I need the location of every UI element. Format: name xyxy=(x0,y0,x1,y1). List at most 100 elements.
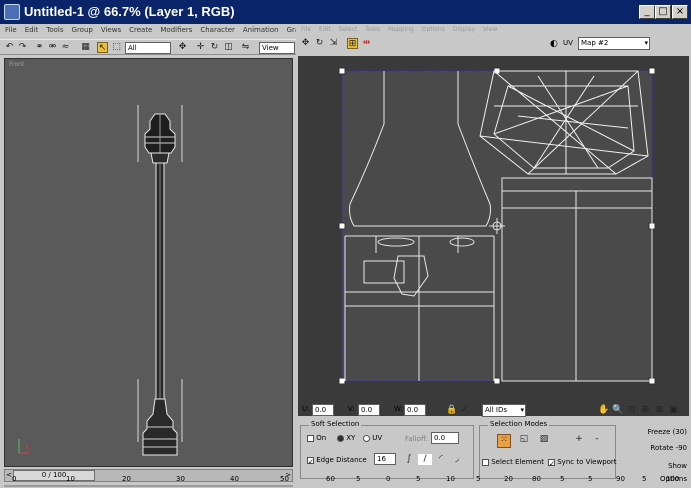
menu-create[interactable]: Create xyxy=(124,24,155,34)
bind-space-warp-icon[interactable]: ≈ xyxy=(60,42,71,53)
lock-icon[interactable]: 🔒 xyxy=(446,405,457,416)
window-title: Untitled-1 @ 66.7% (Layer 1, RGB) xyxy=(24,4,235,19)
mirror-icon[interactable]: ⇋ xyxy=(240,42,251,53)
ids-dropdown[interactable]: All IDs ▾ xyxy=(482,404,526,417)
menu-character[interactable]: Character xyxy=(195,24,238,34)
rotate-button[interactable]: Rotate -90 xyxy=(641,442,689,456)
options-icon[interactable]: ▣ xyxy=(668,405,679,416)
edge-distance-checkbox[interactable]: ✓ xyxy=(307,456,314,466)
face-mode-icon[interactable]: ▨ xyxy=(537,434,551,448)
zoom-region-icon[interactable]: ⊡ xyxy=(626,405,637,416)
rotate-icon[interactable]: ↻ xyxy=(209,42,220,53)
edge-distance[interactable]: ✓ Edge Distance xyxy=(307,456,367,466)
u-spinner[interactable]: 0.0 xyxy=(312,404,334,416)
link-icon[interactable]: ⚭ xyxy=(34,42,45,53)
scale-icon[interactable]: ◫ xyxy=(223,42,234,53)
zoom-extents-icon[interactable]: ⊞ xyxy=(640,405,651,416)
xy-radio-group[interactable]: XY xyxy=(337,434,355,442)
uv-map-label: UV xyxy=(563,39,573,47)
uv-menu-edit[interactable]: Edit xyxy=(314,26,334,33)
uv-menu-tools[interactable]: Tools xyxy=(360,26,383,33)
tick-label: 40 xyxy=(230,475,239,483)
close-button[interactable]: × xyxy=(672,5,688,19)
w-spinner[interactable]: 0.0 xyxy=(404,404,426,416)
map-dropdown[interactable]: Map #2 ▾ xyxy=(578,37,650,50)
menu-edit[interactable]: Edit xyxy=(20,24,42,34)
lamp-post-wireframe xyxy=(137,105,183,456)
freeze-button[interactable]: Freeze (30) xyxy=(641,426,689,440)
redo-icon[interactable]: ↷ xyxy=(17,42,28,53)
edge-mode-icon[interactable]: ◱ xyxy=(517,434,531,448)
menu-graph-editors[interactable]: Graph E xyxy=(282,24,296,34)
shrink-selection-button[interactable]: - xyxy=(590,434,604,448)
falloff-curve-fast-icon[interactable]: ◞ xyxy=(450,454,464,465)
move-icon[interactable]: ✥ xyxy=(177,42,188,53)
axis-tripod: X xyxy=(15,435,29,454)
selection-modes-group: Selection Modes ⁙ ◱ ▨ + - Select Element… xyxy=(479,420,617,479)
edge-distance-spinner[interactable]: 16 xyxy=(374,453,396,465)
selection-set-dropdown[interactable]: All xyxy=(125,42,171,54)
uv-scale-icon[interactable]: ⇲ xyxy=(328,38,339,49)
falloff-curve-slow-icon[interactable]: ◜ xyxy=(434,454,448,465)
menu-file[interactable]: File xyxy=(0,24,20,34)
ruler-label: 90 xyxy=(616,475,625,483)
zoom-icon[interactable]: 🔍 xyxy=(612,405,623,416)
uv-menu-display[interactable]: Display xyxy=(448,26,478,33)
front-viewport[interactable]: Front X xyxy=(4,58,293,467)
tick-label: 10 xyxy=(66,475,75,483)
menu-animation[interactable]: Animation xyxy=(238,24,282,34)
select-object-icon[interactable]: ↖ xyxy=(97,42,108,53)
pan-icon[interactable]: ✋ xyxy=(598,405,609,416)
ruler-label: 5 xyxy=(356,475,361,483)
xy-radio[interactable] xyxy=(337,434,344,442)
uv-wireframe xyxy=(298,56,689,416)
maximize-button[interactable]: □ xyxy=(655,5,671,19)
grow-selection-button[interactable]: + xyxy=(572,434,586,448)
uv-rotate-icon[interactable]: ↻ xyxy=(314,38,325,49)
menu-views[interactable]: Views xyxy=(96,24,124,34)
checkmark-icon[interactable]: ✓ xyxy=(459,405,470,416)
show-options-button[interactable]: Show Options xyxy=(641,460,689,483)
sync-to-viewport-checkbox[interactable]: ✓ xyxy=(548,458,555,468)
uv-map-icon: ◐ xyxy=(550,39,558,49)
uv-menu-mapping[interactable]: Mapping xyxy=(383,26,417,33)
zoom-selected-icon[interactable]: ⊠ xyxy=(654,405,665,416)
uv-label: UV xyxy=(372,434,383,442)
uv-menu-file[interactable]: File xyxy=(296,26,314,33)
undo-icon[interactable]: ↶ xyxy=(4,42,15,53)
uv-radio-group[interactable]: UV xyxy=(363,434,382,442)
edge-distance-label: Edge Distance xyxy=(316,456,367,464)
soft-selection-on-label: On xyxy=(316,434,327,442)
select-filter-icon[interactable]: ▦ xyxy=(80,42,91,53)
uv-menu-view[interactable]: View xyxy=(478,26,500,33)
falloff-curve-linear-icon[interactable]: / xyxy=(418,454,432,465)
select-region-icon[interactable]: ⬚ xyxy=(111,42,122,53)
select-element-checkbox[interactable] xyxy=(482,458,489,466)
soft-selection-on-checkbox[interactable] xyxy=(307,434,314,442)
menu-group[interactable]: Group xyxy=(67,24,96,34)
falloff-spinner[interactable]: 0.0 xyxy=(431,432,459,444)
ruler-label: 5 xyxy=(642,475,647,483)
minimize-button[interactable]: _ xyxy=(639,5,655,19)
v-spinner[interactable]: 0.0 xyxy=(358,404,380,416)
uv-freeform-icon[interactable]: ⊞ xyxy=(347,38,358,49)
sync-to-viewport[interactable]: ✓ Sync to Viewport xyxy=(548,458,617,468)
view-dropdown[interactable]: View xyxy=(259,42,295,54)
uv-radio[interactable] xyxy=(363,434,370,442)
uv-editor-viewport[interactable] xyxy=(298,56,689,416)
soft-selection-on[interactable]: On xyxy=(307,434,326,442)
menu-tools[interactable]: Tools xyxy=(41,24,66,34)
uv-move-icon[interactable]: ✥ xyxy=(300,38,311,49)
falloff-curve-smooth-icon[interactable]: ∫ xyxy=(402,454,416,465)
tick-label: 0 xyxy=(12,475,17,483)
uv-menu-options[interactable]: Options xyxy=(417,26,448,33)
max-toolbar: ↶ ↷ ⚭ ⚮ ≈ ▦ ↖ ⬚ All ✥ ✛ ↻ ◫ ⇋ View xyxy=(0,39,296,55)
vertex-mode-icon[interactable]: ⁙ xyxy=(497,434,511,448)
uv-menu-select[interactable]: Select xyxy=(334,26,361,33)
select-move-icon[interactable]: ✛ xyxy=(195,42,206,53)
unlink-icon[interactable]: ⚮ xyxy=(47,42,58,53)
select-element[interactable]: Select Element xyxy=(482,458,544,466)
window-title-bar[interactable]: Untitled-1 @ 66.7% (Layer 1, RGB) _ □ × xyxy=(0,0,691,24)
uv-mirror-icon[interactable]: ⇹ xyxy=(361,38,372,49)
menu-modifiers[interactable]: Modifiers xyxy=(155,24,195,34)
